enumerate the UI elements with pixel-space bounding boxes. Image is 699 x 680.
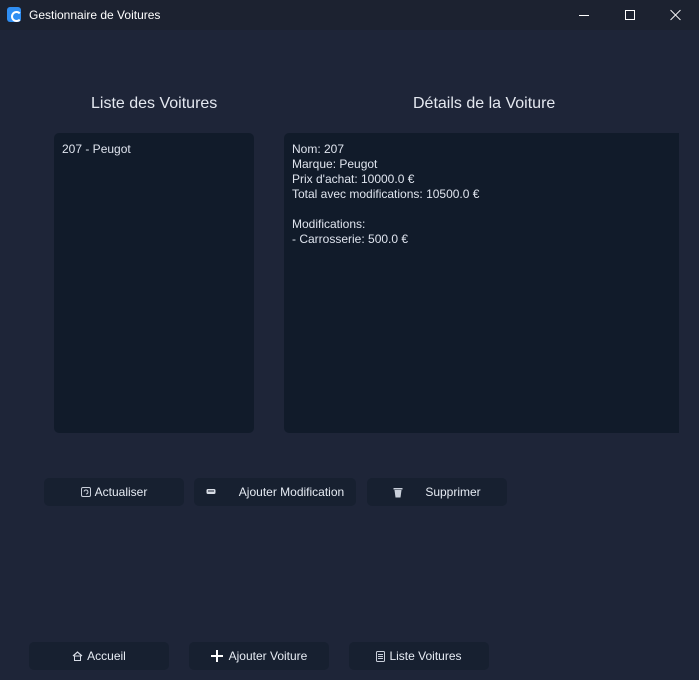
car-list-button[interactable]: Liste Voitures: [349, 642, 489, 670]
detail-purchase-price: Prix d'achat: 10000.0 €: [292, 172, 415, 186]
close-button[interactable]: [653, 0, 699, 30]
detail-blank-line: [292, 202, 671, 217]
list-icon: [376, 650, 386, 662]
trash-icon: [393, 487, 403, 498]
home-button[interactable]: Accueil: [29, 642, 169, 670]
minimize-icon: [579, 14, 589, 16]
car-details-textbox[interactable]: Nom: 207 Marque: Peugot Prix d'achat: 10…: [284, 133, 679, 433]
car-list-label: Liste Voitures: [389, 649, 462, 663]
add-car-label: Ajouter Voiture: [228, 649, 308, 663]
car-listbox[interactable]: 207 - Peugot: [54, 133, 254, 433]
detail-modifications-heading: Modifications:: [292, 217, 366, 231]
app-logo-icon: [7, 7, 22, 22]
maximize-button[interactable]: [607, 0, 653, 30]
house-icon: [72, 651, 83, 661]
detail-brand: Marque: Peugot: [292, 157, 378, 171]
minimize-button[interactable]: [561, 0, 607, 30]
window-title: Gestionnaire de Voitures: [29, 8, 161, 22]
add-car-button[interactable]: Ajouter Voiture: [189, 642, 329, 670]
maximize-icon: [625, 10, 635, 20]
home-label: Accueil: [87, 649, 126, 663]
detail-total: Total avec modifications: 10500.0 €: [292, 187, 480, 201]
title-bar: Gestionnaire de Voitures: [0, 0, 699, 30]
add-modification-button[interactable]: Ajouter Modification: [194, 478, 356, 506]
detail-name: Nom: 207: [292, 142, 345, 156]
car-details-heading: Détails de la Voiture: [413, 95, 556, 112]
car-list-heading: Liste des Voitures: [91, 95, 218, 112]
delete-button[interactable]: Supprimer: [367, 478, 507, 506]
list-item[interactable]: 207 - Peugot: [62, 142, 246, 156]
refresh-icon: [80, 487, 91, 497]
plus-icon: [210, 650, 223, 662]
delete-label: Supprimer: [425, 485, 481, 499]
refresh-label: Actualiser: [94, 485, 148, 499]
refresh-button[interactable]: Actualiser: [44, 478, 184, 506]
add-modification-label: Ajouter Modification: [238, 485, 345, 499]
detail-modification-item: - Carrosserie: 500.0 €: [292, 232, 409, 246]
close-icon: [670, 9, 682, 21]
tools-icon: [206, 488, 217, 496]
